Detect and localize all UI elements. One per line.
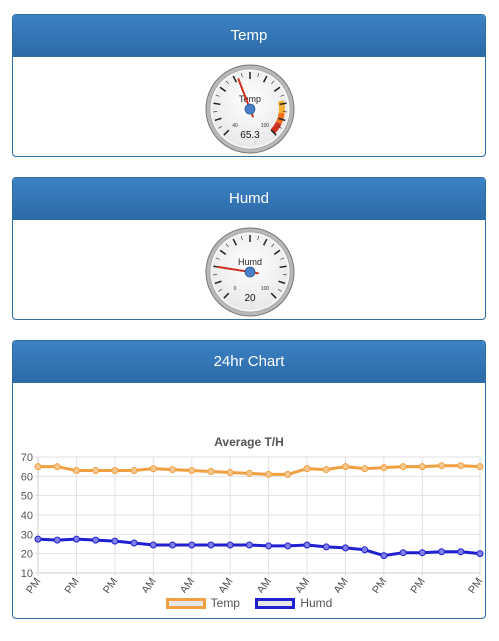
x-tick-label: 02 AM: [169, 576, 197, 593]
temp-data-point: [399, 463, 407, 471]
humd-gauge-min-label: 0: [234, 286, 237, 292]
temp-data-point: [226, 468, 234, 476]
humd-data-point: [72, 535, 80, 543]
temp-data-point: [361, 465, 369, 473]
x-tick-label: 05 PM: [457, 576, 485, 593]
humd-data-point: [111, 537, 119, 545]
humd-data-point: [169, 541, 177, 549]
humd-gauge-value: 20: [244, 293, 256, 304]
temp-data-point: [284, 470, 292, 478]
x-tick-label: 10 AM: [323, 576, 351, 593]
line-chart: Average T/H7060504030201006 PM 08 PM 10 PM…: [15, 435, 485, 593]
humd-data-point: [284, 542, 292, 550]
legend-swatch-humd: [255, 597, 296, 609]
humd-data-point: [188, 541, 196, 549]
temp-data-point: [207, 468, 215, 475]
humd-gauge-pivot: [244, 266, 256, 278]
temp-panel-title: Temp: [13, 15, 485, 57]
humd-gauge: 0 100 Humd 20: [205, 227, 295, 317]
chart-legend: Temp Humd: [13, 596, 485, 612]
humd-data-point: [245, 541, 253, 549]
temp-gauge-band-0: [278, 100, 285, 114]
temp-data-point: [245, 469, 253, 477]
legend-label-temp: Temp: [210, 596, 240, 610]
x-tick-label: 10 PM: [92, 576, 120, 593]
legend-label-humd: Humd: [300, 596, 333, 610]
temp-data-point: [188, 467, 196, 475]
temp-data-point: [53, 463, 61, 471]
humd-data-point: [457, 548, 465, 556]
humd-gauge-label: Humd: [238, 257, 262, 267]
humd-data-point: [418, 549, 426, 557]
temp-data-point: [303, 465, 311, 473]
temp-data-point: [92, 467, 100, 475]
temp-data-point: [149, 465, 157, 473]
temp-data-point: [72, 467, 80, 475]
temp-data-point: [418, 463, 426, 471]
chart-title: Average T/H: [214, 435, 284, 449]
x-tick-label: 06 AM: [246, 576, 274, 593]
x-tick-label: 12 PM: [361, 576, 389, 593]
legend-swatch-temp: [165, 597, 206, 609]
temp-gauge-max-label: 100: [261, 123, 270, 129]
humd-data-point: [399, 549, 407, 557]
temp-data-point: [169, 466, 177, 474]
temp-gauge: 40 100 Temp 65.3: [205, 64, 295, 154]
temp-data-point: [457, 462, 465, 470]
humd-data-point: [34, 535, 42, 543]
humd-data-point: [92, 536, 100, 544]
legend-item-humd[interactable]: Humd: [255, 596, 332, 610]
temp-data-point: [322, 466, 330, 474]
y-tick-label: 70: [21, 452, 33, 464]
temp-data-point: [341, 463, 349, 471]
humd-panel-title: Humd: [13, 178, 485, 220]
humd-data-point: [149, 541, 157, 549]
humd-data-point: [265, 542, 273, 550]
temp-gauge-pivot: [244, 103, 256, 115]
y-tick-label: 20: [21, 549, 33, 561]
temp-data-point: [111, 467, 119, 475]
humd-data-point: [476, 550, 484, 558]
humd-series-line: [37, 537, 481, 558]
temp-series-line: [38, 464, 481, 476]
chart-panel-title: 24hr Chart: [13, 341, 485, 383]
temp-data-point: [380, 464, 388, 472]
x-tick-label: 04 AM: [208, 576, 236, 593]
temp-data-point: [476, 463, 484, 471]
humd-panel: Humd 0 100 Humd 20: [12, 177, 486, 320]
humd-data-point: [341, 544, 349, 552]
y-tick-label: 50: [21, 491, 33, 503]
temp-data-point: [265, 470, 273, 478]
temp-data-point: [130, 467, 138, 475]
humd-data-point: [226, 541, 234, 549]
temp-data-point: [438, 462, 446, 470]
x-tick-label: 08 AM: [285, 576, 313, 593]
x-tick-label: 02 PM: [400, 576, 428, 593]
temp-gauge-value: 65.3: [240, 130, 260, 141]
humd-data-point: [361, 546, 369, 554]
temp-panel: Temp 40 100 Temp 65.3: [12, 14, 486, 157]
y-tick-label: 60: [21, 471, 33, 483]
humd-data-point: [130, 539, 138, 547]
x-tick-label: 08 PM: [54, 576, 82, 593]
humd-data-point: [53, 536, 61, 544]
x-tick-label: 12 AM: [131, 576, 159, 593]
humd-data-point: [380, 552, 388, 560]
temp-gauge-min-label: 40: [232, 123, 238, 129]
y-tick-label: 30: [21, 529, 33, 541]
temp-data-point: [34, 463, 42, 471]
humd-data-point: [322, 543, 330, 551]
humd-data-point: [438, 548, 446, 556]
y-tick-label: 40: [21, 510, 33, 522]
humd-data-point: [303, 541, 311, 549]
chart-panel: 24hr Chart Average T/H 70 60 50 40 30 20 10 06 P…: [12, 340, 486, 619]
humd-data-point: [207, 541, 215, 549]
humd-gauge-max-label: 100: [261, 286, 270, 292]
legend-item-temp[interactable]: Temp: [165, 596, 240, 610]
temp-gauge-label: Temp: [239, 94, 261, 104]
